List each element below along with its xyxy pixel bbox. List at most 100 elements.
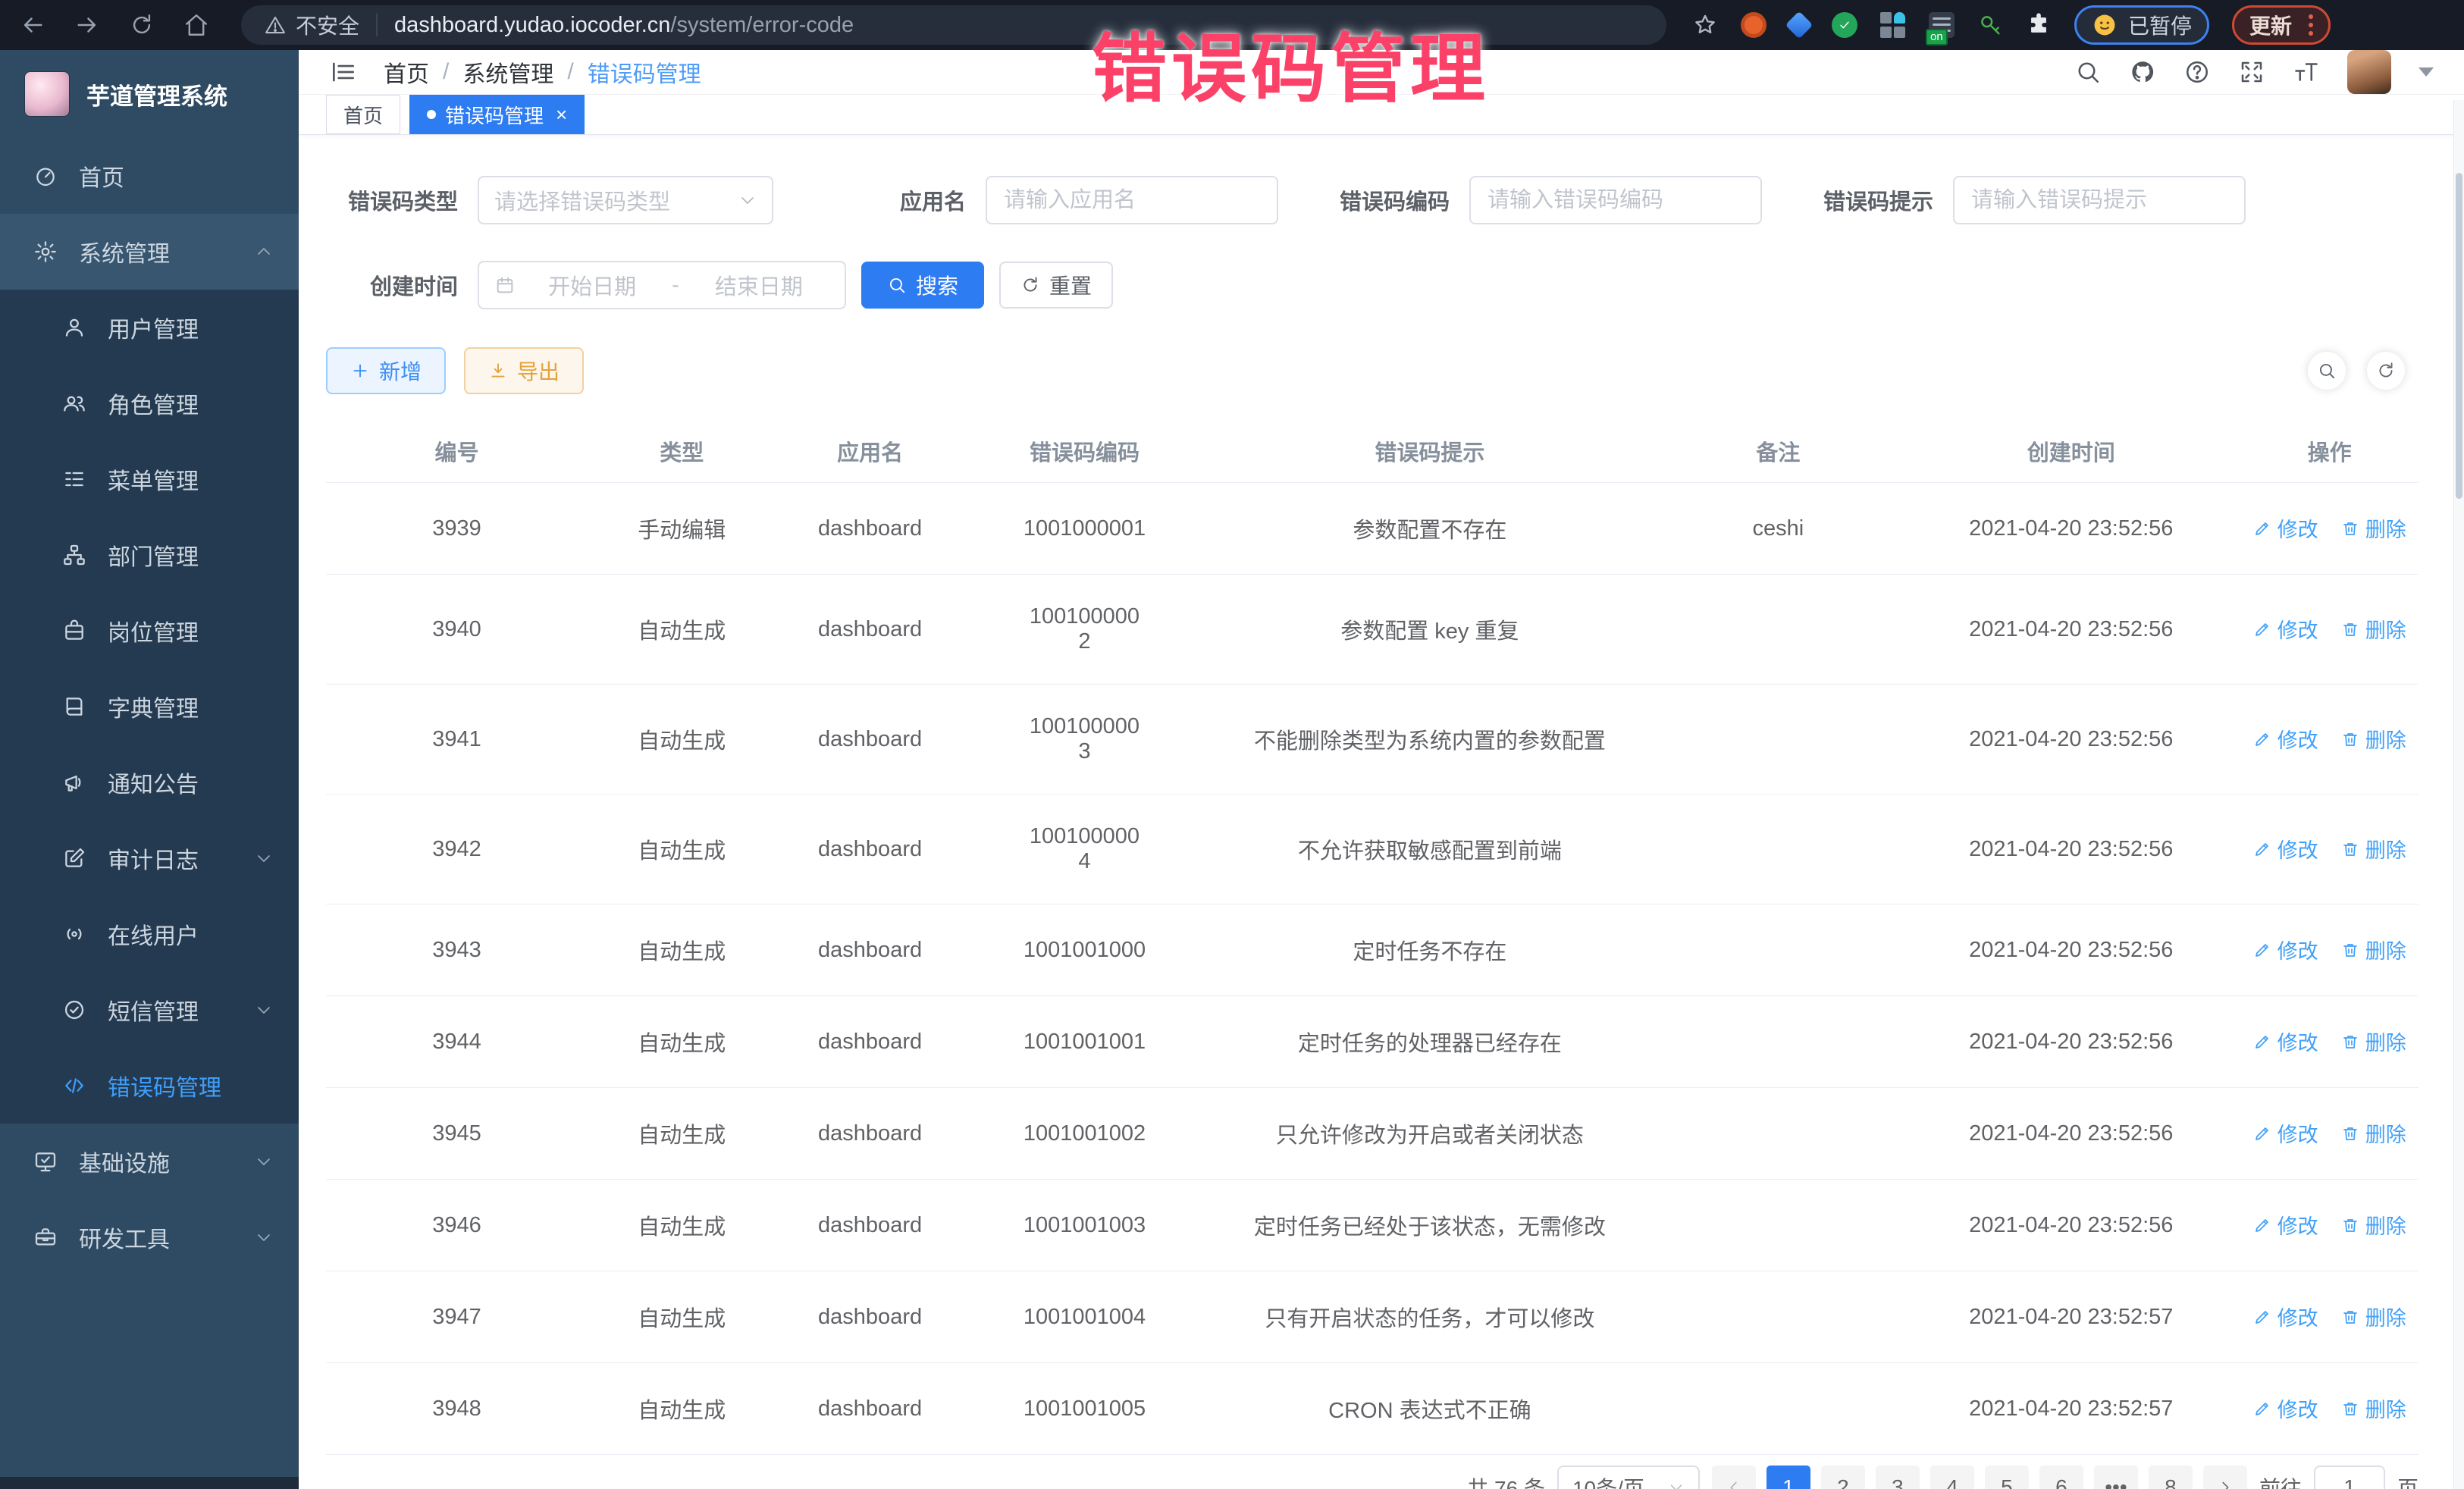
sidebar-item-roles[interactable]: 角色管理: [0, 365, 299, 441]
edit-link[interactable]: 修改: [2253, 614, 2318, 644]
delete-link[interactable]: 删除: [2341, 1118, 2406, 1148]
browser-update-button[interactable]: 更新: [2232, 5, 2331, 45]
breadcrumb-separator: /: [567, 59, 573, 85]
reset-button[interactable]: 重置: [999, 262, 1113, 309]
delete-link[interactable]: 删除: [2341, 513, 2406, 543]
edit-icon: [2253, 620, 2271, 638]
sidebar-item-departments[interactable]: 部门管理: [0, 517, 299, 593]
extension-key-icon[interactable]: [1977, 12, 2003, 38]
extension-switch-icon[interactable]: on: [1929, 12, 1955, 38]
edit-link[interactable]: 修改: [2253, 935, 2318, 964]
delete-link[interactable]: 删除: [2341, 1393, 2406, 1423]
create-time-range-picker[interactable]: 开始日期 - 结束日期: [478, 261, 846, 309]
delete-link[interactable]: 删除: [2341, 614, 2406, 644]
export-button[interactable]: 导出: [464, 347, 584, 394]
breadcrumb-home[interactable]: 首页: [384, 55, 429, 89]
browser-forward-icon[interactable]: [74, 12, 100, 38]
cell-time: 2021-04-20 23:52:57: [1901, 1271, 2240, 1363]
delete-link[interactable]: 删除: [2341, 1027, 2406, 1056]
page-button-5[interactable]: 5: [1985, 1465, 2029, 1489]
scrollbar-thumb[interactable]: [2456, 173, 2462, 499]
user-menu-caret-icon[interactable]: [2419, 67, 2434, 77]
error-code-table: 编号 类型 应用名 错误码编码 错误码提示 备注 创建时间 操作 3939 手动…: [326, 420, 2419, 1455]
prev-page-button[interactable]: [1712, 1465, 1756, 1489]
sidebar-item-system[interactable]: 系统管理: [0, 214, 299, 290]
sidebar-item-dev-tools[interactable]: 研发工具: [0, 1199, 299, 1275]
error-code-input[interactable]: [1469, 176, 1762, 224]
page-size-select[interactable]: 10条/页: [1557, 1465, 1700, 1489]
extension-grid-icon[interactable]: [1880, 12, 1906, 38]
error-type-select[interactable]: 请选择错误码类型: [478, 176, 773, 224]
delete-link[interactable]: 删除: [2341, 1210, 2406, 1240]
sidebar-item-users[interactable]: 用户管理: [0, 290, 299, 365]
github-icon[interactable]: [2129, 58, 2156, 86]
browser-back-icon[interactable]: [20, 12, 45, 38]
breadcrumb-system[interactable]: 系统管理: [462, 55, 553, 89]
sidebar-item-error-code[interactable]: 错误码管理: [0, 1048, 299, 1124]
page-button-4[interactable]: 4: [1930, 1465, 1974, 1489]
app-name-input[interactable]: [986, 176, 1278, 224]
error-msg-input[interactable]: [1953, 176, 2246, 224]
help-icon[interactable]: [2183, 58, 2211, 86]
sidebar-item-menus[interactable]: 菜单管理: [0, 441, 299, 517]
font-size-icon[interactable]: [2293, 58, 2320, 86]
add-button[interactable]: 新增: [326, 347, 446, 394]
vertical-scrollbar[interactable]: [2453, 100, 2464, 1489]
sidebar-item-infra[interactable]: 基础设施: [0, 1124, 299, 1199]
edit-link[interactable]: 修改: [2253, 834, 2318, 864]
page-button-2[interactable]: 2: [1821, 1465, 1865, 1489]
delete-link[interactable]: 删除: [2341, 1302, 2406, 1331]
delete-link[interactable]: 删除: [2341, 724, 2406, 754]
trash-icon: [2341, 1124, 2359, 1143]
cell-msg: 定时任务的处理器已经存在: [1205, 996, 1654, 1088]
extension-orange-icon[interactable]: [1741, 12, 1766, 38]
security-label: 不安全: [296, 10, 359, 40]
edit-link[interactable]: 修改: [2253, 513, 2318, 543]
chevron-right-icon: [2217, 1479, 2234, 1489]
table-row: 3944 自动生成 dashboard 1001001001 定时任务的处理器已…: [326, 996, 2419, 1088]
search-icon[interactable]: [2074, 58, 2102, 86]
page-button-1[interactable]: 1: [1766, 1465, 1810, 1489]
page-button-8[interactable]: 8: [2149, 1465, 2193, 1489]
filter-app-label: 应用名: [858, 184, 986, 216]
sidebar-item-online-users[interactable]: 在线用户: [0, 896, 299, 972]
sidebar-item-dict[interactable]: 字典管理: [0, 669, 299, 744]
browser-profile-chip[interactable]: 已暂停: [2074, 5, 2209, 45]
sidebar-item-home[interactable]: 首页: [0, 138, 299, 214]
delete-link[interactable]: 删除: [2341, 834, 2406, 864]
browser-menu-icon[interactable]: [2309, 14, 2313, 36]
cell-op: 修改 删除: [2240, 996, 2419, 1088]
sidebar-item-posts[interactable]: 岗位管理: [0, 593, 299, 669]
page-more-button[interactable]: •••: [2094, 1465, 2138, 1489]
delete-link[interactable]: 删除: [2341, 935, 2406, 964]
extension-gem-icon[interactable]: [1785, 11, 1814, 39]
extension-green-check-icon[interactable]: [1832, 12, 1857, 38]
sidebar-item-sms[interactable]: 短信管理: [0, 972, 299, 1048]
sidebar-item-notice[interactable]: 通知公告: [0, 744, 299, 820]
tab-home[interactable]: 首页: [326, 95, 400, 134]
bookmark-star-icon[interactable]: [1692, 12, 1718, 38]
sidebar-item-audit-log[interactable]: 审计日志: [0, 820, 299, 896]
search-button[interactable]: 搜索: [861, 262, 984, 309]
browser-home-icon[interactable]: [183, 12, 209, 38]
tab-close-icon[interactable]: ×: [556, 105, 567, 124]
page-button-3[interactable]: 3: [1876, 1465, 1920, 1489]
edit-link[interactable]: 修改: [2253, 1302, 2318, 1331]
refresh-table-button[interactable]: [2367, 352, 2405, 390]
edit-link[interactable]: 修改: [2253, 1118, 2318, 1148]
edit-link[interactable]: 修改: [2253, 1393, 2318, 1423]
fullscreen-icon[interactable]: [2238, 58, 2265, 86]
goto-page-input[interactable]: [2314, 1465, 2385, 1489]
cell-msg: 不允许获取敏感配置到前端: [1205, 795, 1654, 904]
edit-link[interactable]: 修改: [2253, 1210, 2318, 1240]
page-button-6[interactable]: 6: [2039, 1465, 2083, 1489]
edit-link[interactable]: 修改: [2253, 724, 2318, 754]
browser-reload-icon[interactable]: [129, 12, 155, 38]
show-search-toggle-button[interactable]: [2308, 352, 2346, 390]
tab-error-code[interactable]: 错误码管理 ×: [409, 95, 585, 134]
collapse-sidebar-icon[interactable]: [329, 58, 358, 86]
next-page-button[interactable]: [2203, 1465, 2247, 1489]
extensions-puzzle-icon[interactable]: [2026, 12, 2052, 38]
user-avatar[interactable]: [2347, 50, 2391, 94]
edit-link[interactable]: 修改: [2253, 1027, 2318, 1056]
